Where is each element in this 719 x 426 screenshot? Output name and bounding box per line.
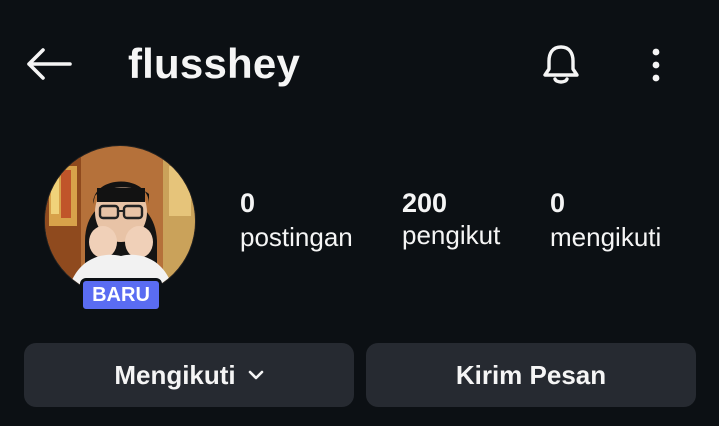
following-button-label: Mengikuti <box>114 359 236 390</box>
following-stat[interactable]: 0 mengikuti <box>550 186 661 254</box>
posts-label: postingan <box>240 222 353 252</box>
following-button[interactable]: Mengikuti <box>24 343 354 407</box>
following-count: 0 <box>550 188 566 218</box>
arrow-left-icon <box>27 48 72 80</box>
notification-button[interactable] <box>535 40 587 90</box>
send-message-label: Kirim Pesan <box>455 359 607 390</box>
chevron-down-icon <box>248 370 264 380</box>
followers-label: pengikut <box>402 220 501 250</box>
bell-icon <box>543 45 579 84</box>
send-message-button[interactable]: Kirim Pesan <box>366 343 696 407</box>
avatar-container[interactable] <box>44 145 196 297</box>
posts-count: 0 <box>240 188 256 218</box>
vertical-dots-icon <box>652 48 660 82</box>
avatar-photo <box>45 146 195 296</box>
top-bar: flusshey <box>0 0 719 130</box>
back-button[interactable] <box>22 42 74 86</box>
profile-username: flusshey <box>128 40 300 87</box>
followers-stat[interactable]: 200 pengikut <box>402 186 500 252</box>
followers-count: 200 <box>402 188 448 218</box>
more-options-button[interactable] <box>634 40 678 90</box>
following-label: mengikuti <box>550 222 662 252</box>
avatar[interactable] <box>44 145 196 297</box>
new-badge: BARU <box>80 278 162 312</box>
posts-stat[interactable]: 0 postingan <box>240 186 353 254</box>
